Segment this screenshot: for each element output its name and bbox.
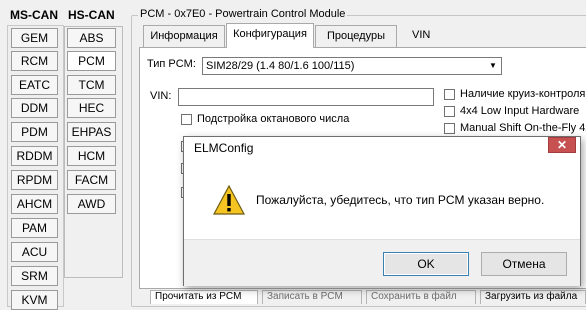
ms-can-button-rpdm[interactable]: RPDM (11, 170, 58, 190)
ms-can-button-pdm[interactable]: PDM (11, 122, 58, 142)
tab-procedures[interactable]: Процедуры (315, 25, 397, 47)
ms-can-button-eatc[interactable]: EATC (11, 75, 58, 95)
read-from-pcm-button[interactable]: Прочитать из PCM (150, 290, 258, 304)
low-input-hardware-label: 4x4 Low Input Hardware (460, 105, 580, 117)
confirm-dialog: ELMConfig ✕ Пожалуйста, убедитесь, что т… (183, 136, 581, 286)
load-from-file-button[interactable]: Загрузить из файла (480, 290, 586, 304)
close-icon: ✕ (556, 138, 568, 152)
cancel-button[interactable]: Отмена (481, 252, 567, 276)
vin-label: VIN: (150, 90, 172, 102)
vin-input[interactable] (178, 88, 434, 106)
ms-can-button-ddm[interactable]: DDM (11, 98, 58, 118)
hs-can-button-awd[interactable]: AWD (67, 194, 116, 214)
ms-can-title: MS-CAN (10, 8, 58, 22)
manual-shift-checkbox[interactable] (444, 123, 455, 134)
cruise-control-label: Наличие круиз-контроля (460, 88, 586, 100)
ok-button[interactable]: OK (383, 252, 469, 276)
ms-can-button-srm[interactable]: SRM (11, 266, 58, 286)
dialog-message: Пожалуйста, убедитесь, что тип PCM указа… (256, 193, 545, 207)
hs-can-button-pcm[interactable]: PCM (67, 51, 116, 71)
ms-can-button-gem[interactable]: GEM (11, 28, 58, 48)
hs-can-button-ehpas[interactable]: EHPAS (67, 122, 116, 142)
ms-can-button-rcm[interactable]: RCM (11, 51, 58, 71)
octane-adjust-label: Подстройка октанового числа (197, 113, 350, 125)
hs-can-button-hec[interactable]: HEC (67, 98, 116, 118)
module-group-title: PCM - 0x7E0 - Powertrain Control Module (138, 8, 348, 20)
pcm-type-label: Тип PCM: (147, 58, 196, 70)
dialog-footer: OK Отмена (184, 239, 580, 286)
close-button[interactable]: ✕ (548, 137, 576, 153)
chevron-down-icon: ▼ (489, 61, 497, 70)
ms-can-button-kvm[interactable]: KVM (11, 290, 58, 310)
cruise-control-checkbox[interactable] (444, 89, 455, 100)
hs-can-title: HS-CAN (68, 8, 115, 22)
hs-can-button-hcm[interactable]: HCM (67, 146, 116, 166)
ms-can-button-ahcm[interactable]: AHCM (11, 194, 58, 214)
low-input-hardware-checkbox[interactable] (444, 106, 455, 117)
manual-shift-label: Manual Shift On-the-Fly 4x4 (460, 122, 586, 134)
dialog-title: ELMConfig (194, 141, 254, 155)
vin-value-top (430, 27, 580, 43)
save-to-file-button[interactable]: Сохранить в файл (366, 290, 476, 304)
pcm-type-select[interactable]: SIM28/29 (1.4 80/1.6 100/115) ▼ (202, 57, 502, 75)
hs-can-button-facm[interactable]: FACM (67, 170, 116, 190)
ms-can-button-acu[interactable]: ACU (11, 242, 58, 262)
hs-can-button-tcm[interactable]: TCM (67, 75, 116, 95)
tab-configuration[interactable]: Конфигурация (226, 23, 314, 48)
tab-info[interactable]: Информация (143, 25, 225, 47)
ms-can-button-pam[interactable]: PAM (11, 218, 58, 238)
warning-icon (213, 185, 245, 215)
write-to-pcm-button[interactable]: Записать в PCM (262, 290, 362, 304)
hs-can-button-abs[interactable]: ABS (67, 28, 116, 48)
ms-can-button-rddm[interactable]: RDDM (11, 146, 58, 166)
dialog-body: Пожалуйста, убедитесь, что тип PCM указа… (184, 159, 580, 239)
pcm-type-value: SIM28/29 (1.4 80/1.6 100/115) (206, 60, 355, 72)
dialog-titlebar[interactable]: ELMConfig ✕ (184, 137, 580, 159)
octane-adjust-checkbox[interactable] (181, 114, 192, 125)
